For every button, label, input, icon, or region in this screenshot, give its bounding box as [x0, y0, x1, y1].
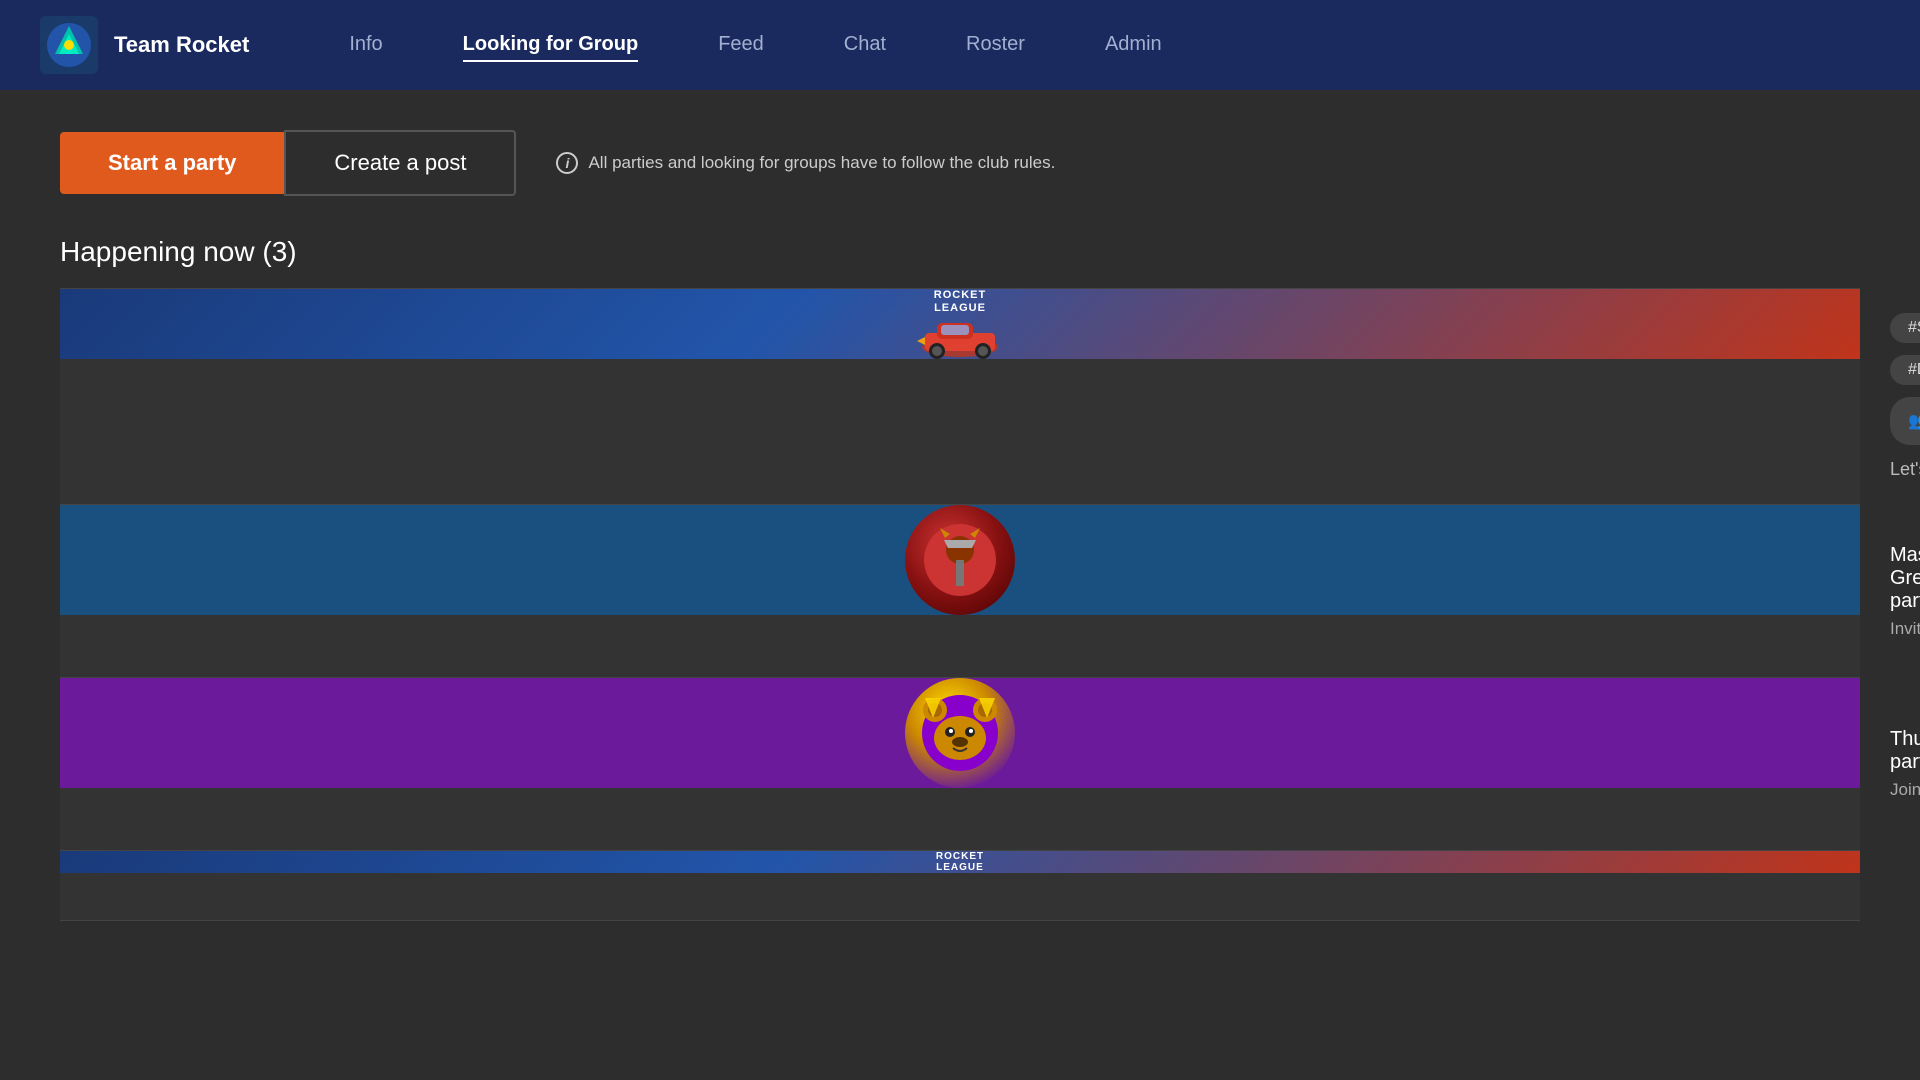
nav-item-looking-for-group[interactable]: Looking for Group: [463, 29, 639, 62]
party-item[interactable]: Master GreatAxe's party Invite-only Stat…: [60, 505, 1860, 678]
nav-item-roster[interactable]: Roster: [966, 29, 1025, 62]
avatar-icon: [915, 688, 1005, 778]
brand: Team Rocket: [40, 16, 249, 74]
party-content: ThunderGrizzly's party Joinable: [1860, 678, 1920, 850]
info-icon: i: [556, 152, 578, 174]
party-thumbnail: ROCKETLEAGUE: [60, 851, 1860, 873]
party-thumbnail: [60, 505, 1860, 615]
main-nav: Info Looking for Group Feed Chat Roster …: [349, 29, 1161, 62]
avatar-icon: [920, 520, 1000, 600]
game-logo: ROCKETLEAGUE: [934, 289, 986, 315]
section-heading: Happening now (3): [60, 236, 1860, 268]
main-content: Start a party Create a post i All partie…: [0, 90, 1920, 961]
rules-text: All parties and looking for groups have …: [588, 153, 1055, 173]
party-title: Master GreatAxe's party: [1890, 544, 1920, 613]
nav-item-info[interactable]: Info: [349, 29, 382, 62]
rules-notice: i All parties and looking for groups hav…: [556, 152, 1055, 174]
brand-title: Team Rocket: [114, 32, 249, 58]
group-icon: 👥: [1908, 411, 1920, 431]
nav-item-chat[interactable]: Chat: [844, 29, 886, 62]
party-subtitle: Joinable: [1890, 780, 1920, 800]
party-list: ROCKETLEAGUE #Survival #Diamo: [60, 288, 1860, 921]
party-item[interactable]: ThunderGrizzly's party Joinable Status P…: [60, 678, 1860, 851]
party-thumbnail: ROCKETLEAGUE: [60, 289, 1860, 359]
party-subtitle: Invite-only: [1890, 619, 1920, 639]
car-icon: [915, 315, 1005, 359]
party-content: #Survival #DiamondHunting 👥 Everyone is …: [1860, 289, 1920, 504]
party-content: Master GreatAxe's party Invite-only: [1860, 505, 1920, 677]
party-avatar: [905, 678, 1015, 788]
party-tags: #Survival #DiamondHunting 👥 Everyone is …: [1890, 313, 1920, 445]
party-description: Let's troll in chaos: [1890, 459, 1920, 480]
nav-item-feed[interactable]: Feed: [718, 29, 764, 62]
tag-survival[interactable]: #Survival: [1890, 313, 1920, 343]
tag-everyone-welcome[interactable]: 👥 Everyone is welcome: [1890, 397, 1920, 445]
game-logo-partial: ROCKETLEAGUE: [936, 851, 984, 873]
tag-diamond-hunting[interactable]: #DiamondHunting: [1890, 355, 1920, 385]
party-thumbnail: [60, 678, 1860, 788]
party-item[interactable]: ROCKETLEAGUE: [60, 851, 1860, 921]
nav-item-admin[interactable]: Admin: [1105, 29, 1162, 62]
party-title: ThunderGrizzly's party: [1890, 728, 1920, 774]
header: Team Rocket Info Looking for Group Feed …: [0, 0, 1920, 90]
party-item[interactable]: ROCKETLEAGUE #Survival #Diamo: [60, 289, 1860, 505]
create-post-button[interactable]: Create a post: [284, 130, 516, 196]
party-avatar: [905, 505, 1015, 615]
start-party-button[interactable]: Start a party: [60, 132, 284, 194]
team-logo-icon: [40, 16, 98, 74]
action-bar: Start a party Create a post i All partie…: [60, 130, 1860, 196]
